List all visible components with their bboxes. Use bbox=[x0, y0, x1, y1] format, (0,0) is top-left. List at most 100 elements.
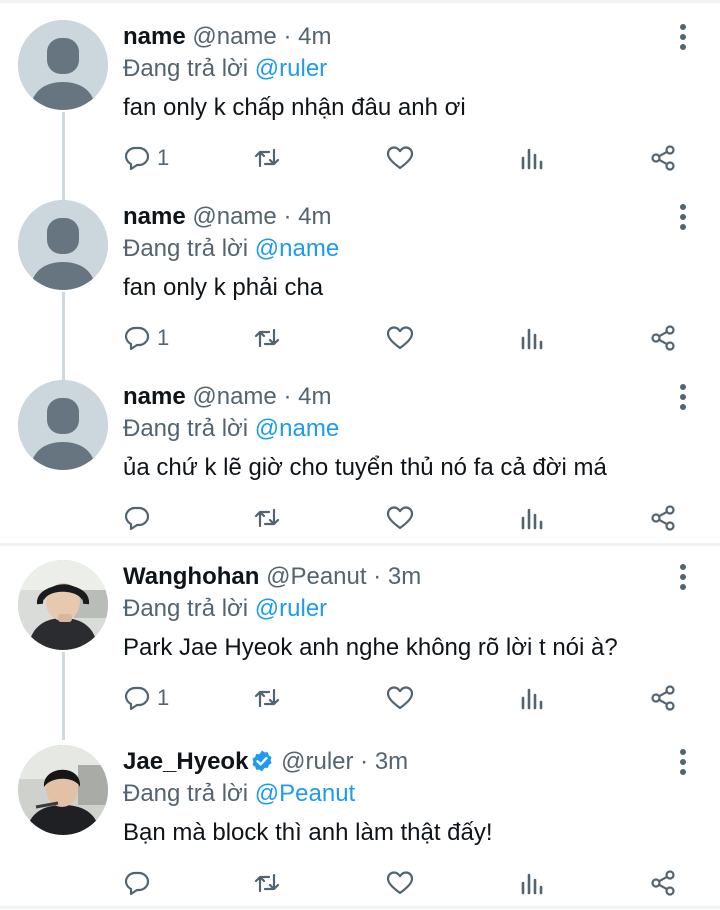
heart-icon bbox=[386, 871, 414, 895]
handle[interactable]: @name bbox=[192, 23, 276, 50]
retweet-button[interactable] bbox=[253, 502, 281, 534]
replying-to: Đang trả lời @Peanut bbox=[123, 778, 355, 810]
more-options-button[interactable] bbox=[668, 382, 698, 412]
more-vertical-icon bbox=[680, 384, 686, 410]
retweet-button[interactable] bbox=[253, 322, 281, 354]
retweet-icon bbox=[254, 148, 280, 168]
replying-to-mention[interactable]: @name bbox=[255, 415, 339, 442]
analytics-button[interactable] bbox=[518, 867, 546, 899]
handle[interactable]: @Peanut bbox=[266, 563, 366, 590]
replying-to: Đang trả lời @name bbox=[123, 413, 339, 445]
avatar[interactable] bbox=[18, 560, 108, 650]
default-avatar-icon bbox=[18, 20, 108, 110]
tweet-actions: 1 bbox=[123, 142, 683, 178]
timestamp[interactable]: 4m bbox=[298, 203, 331, 230]
timestamp[interactable]: 4m bbox=[298, 383, 331, 410]
reply-button[interactable] bbox=[123, 867, 157, 899]
replying-to-label: Đang trả lời bbox=[123, 415, 249, 442]
retweet-icon bbox=[254, 688, 280, 708]
tweet[interactable]: Wanghohan @Peanut · 3m Đang trả lời @rul… bbox=[0, 540, 720, 720]
display-name[interactable]: name bbox=[123, 203, 186, 230]
avatar[interactable] bbox=[18, 20, 108, 110]
replying-to: Đang trả lời @ruler bbox=[123, 53, 327, 85]
reply-button[interactable]: 1 bbox=[123, 322, 169, 354]
reply-count: 1 bbox=[157, 685, 170, 710]
handle[interactable]: @name bbox=[192, 383, 276, 410]
reply-count: 1 bbox=[157, 145, 170, 170]
separator-dot: · bbox=[283, 23, 292, 50]
replying-to-label: Đang trả lời bbox=[123, 595, 249, 622]
avatar[interactable] bbox=[18, 200, 108, 290]
tweet[interactable]: name @name · 4m Đang trả lời @name fan o… bbox=[0, 180, 720, 360]
tweet-header: Wanghohan @Peanut · 3m bbox=[123, 561, 421, 593]
replying-to-label: Đang trả lời bbox=[123, 235, 249, 262]
separator-dot: · bbox=[283, 203, 292, 230]
replying-to-label: Đang trả lời bbox=[123, 780, 249, 807]
handle[interactable]: @ruler bbox=[281, 748, 353, 775]
avatar[interactable] bbox=[18, 380, 108, 470]
share-button[interactable] bbox=[649, 502, 677, 534]
more-vertical-icon bbox=[680, 564, 686, 590]
display-name[interactable]: Wanghohan bbox=[123, 563, 259, 590]
tweet-text: Park Jae Hyeok anh nghe không rõ lời t n… bbox=[123, 634, 618, 661]
like-button[interactable] bbox=[386, 502, 414, 534]
timestamp[interactable]: 4m bbox=[298, 23, 331, 50]
reply-button[interactable]: 1 bbox=[123, 142, 169, 174]
tweet[interactable]: name @name · 4m Đang trả lời @name ủa ch… bbox=[0, 360, 720, 540]
analytics-button[interactable] bbox=[518, 142, 546, 174]
analytics-icon bbox=[521, 873, 543, 895]
like-button[interactable] bbox=[386, 682, 414, 714]
more-options-button[interactable] bbox=[668, 747, 698, 777]
replying-to-mention[interactable]: @ruler bbox=[255, 595, 327, 622]
tweet[interactable]: name @name · 4m Đang trả lời @ruler fan … bbox=[0, 0, 720, 180]
share-button[interactable] bbox=[649, 142, 677, 174]
like-button[interactable] bbox=[386, 142, 414, 174]
display-name[interactable]: Jae_Hyeok bbox=[123, 748, 248, 775]
timestamp[interactable]: 3m bbox=[388, 563, 421, 590]
reply-icon bbox=[124, 506, 150, 531]
reply-icon bbox=[124, 146, 150, 171]
avatar[interactable] bbox=[18, 745, 108, 835]
separator-dot: · bbox=[373, 563, 382, 590]
replying-to-mention[interactable]: @ruler bbox=[255, 55, 327, 82]
more-options-button[interactable] bbox=[668, 22, 698, 52]
default-avatar-icon bbox=[18, 200, 108, 290]
retweet-button[interactable] bbox=[253, 142, 281, 174]
display-name[interactable]: name bbox=[123, 383, 186, 410]
share-button[interactable] bbox=[649, 682, 677, 714]
tweet-actions bbox=[123, 502, 683, 538]
analytics-button[interactable] bbox=[518, 502, 546, 534]
replying-to-mention[interactable]: @Peanut bbox=[255, 780, 355, 807]
analytics-button[interactable] bbox=[518, 682, 546, 714]
retweet-button[interactable] bbox=[253, 682, 281, 714]
tweet-actions: 1 bbox=[123, 322, 683, 358]
more-vertical-icon bbox=[680, 204, 686, 230]
share-button[interactable] bbox=[649, 322, 677, 354]
reply-icon bbox=[124, 686, 150, 711]
more-options-button[interactable] bbox=[668, 202, 698, 232]
tweet[interactable]: Jae_Hyeok @ruler · 3m Đang trả lời @Pean… bbox=[0, 725, 720, 905]
replying-to: Đang trả lời @ruler bbox=[123, 593, 327, 625]
handle[interactable]: @name bbox=[192, 203, 276, 230]
tweet-header: Jae_Hyeok @ruler · 3m bbox=[123, 746, 408, 778]
replying-to: Đang trả lời @name bbox=[123, 233, 339, 265]
analytics-button[interactable] bbox=[518, 322, 546, 354]
heart-icon bbox=[386, 686, 414, 710]
reply-button[interactable] bbox=[123, 502, 157, 534]
display-name[interactable]: name bbox=[123, 23, 186, 50]
tweet-text: Bạn mà block thì anh làm thật đấy! bbox=[123, 819, 493, 846]
tweet-header: name @name · 4m bbox=[123, 201, 331, 233]
tweet-text: fan only k phải cha bbox=[123, 274, 324, 301]
share-icon bbox=[651, 685, 675, 711]
share-button[interactable] bbox=[649, 867, 677, 899]
share-icon bbox=[651, 505, 675, 531]
retweet-button[interactable] bbox=[253, 867, 281, 899]
reply-button[interactable]: 1 bbox=[123, 682, 169, 714]
tweet-header: name @name · 4m bbox=[123, 21, 331, 53]
timestamp[interactable]: 3m bbox=[375, 748, 408, 775]
user-photo-avatar-icon bbox=[18, 560, 108, 650]
like-button[interactable] bbox=[386, 867, 414, 899]
like-button[interactable] bbox=[386, 322, 414, 354]
replying-to-mention[interactable]: @name bbox=[255, 235, 339, 262]
more-options-button[interactable] bbox=[668, 562, 698, 592]
